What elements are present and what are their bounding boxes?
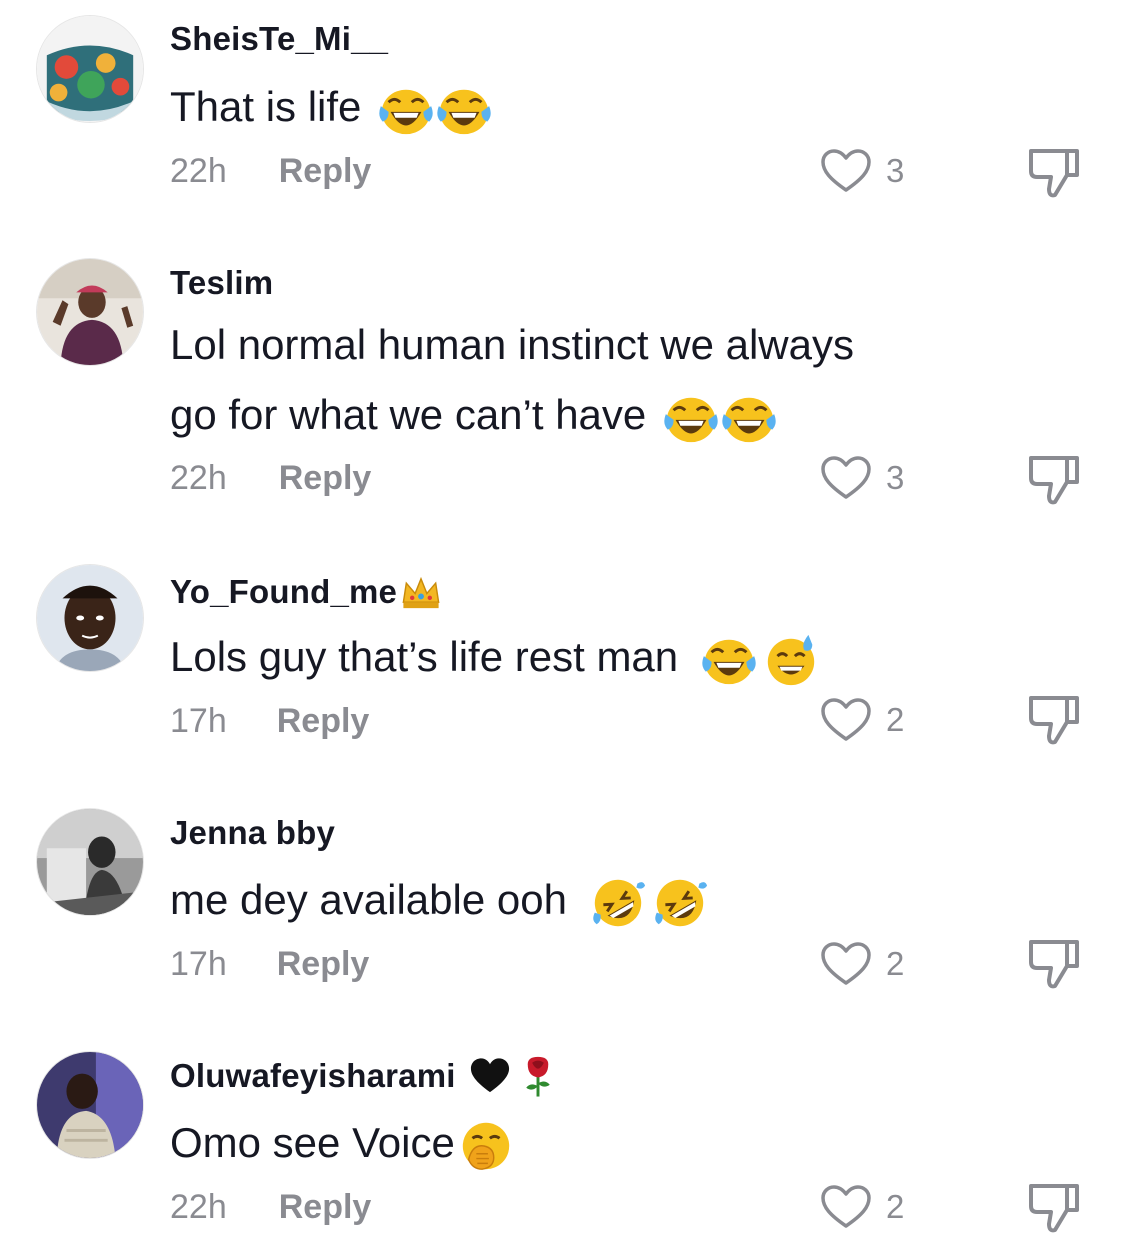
comment-time: 17h bbox=[170, 945, 227, 983]
like-count: 3 bbox=[886, 459, 905, 496]
rolling-laughing-icon bbox=[589, 874, 647, 932]
avatar[interactable] bbox=[36, 258, 144, 366]
comment-text: Lol normal human instinct we always go f… bbox=[170, 310, 960, 450]
avatar[interactable] bbox=[36, 15, 144, 123]
thumbs-down-icon[interactable] bbox=[1027, 692, 1081, 748]
avatar[interactable] bbox=[36, 1051, 144, 1159]
comment-time: 17h bbox=[170, 702, 227, 740]
reply-button[interactable]: Reply bbox=[277, 702, 370, 741]
comment-username[interactable]: Jenna bby bbox=[170, 814, 335, 852]
comment-text: That is life bbox=[170, 72, 960, 142]
like-button[interactable]: 2 bbox=[820, 941, 904, 987]
thumbs-down-icon[interactable] bbox=[1027, 936, 1081, 992]
heart-outline-icon bbox=[820, 148, 872, 194]
thumbs-down-icon[interactable] bbox=[1027, 1180, 1081, 1236]
like-count: 2 bbox=[886, 1188, 905, 1225]
tears-of-joy-icon bbox=[435, 81, 493, 139]
comment-text: Lols guy that’s life rest man bbox=[170, 622, 960, 692]
comment-meta: 17h Reply bbox=[170, 945, 369, 984]
like-count: 2 bbox=[886, 945, 905, 982]
comment-username[interactable]: SheisTe_Mi__ bbox=[170, 20, 388, 58]
comment-username[interactable]: Oluwafeyisharami bbox=[170, 1054, 560, 1098]
comment-time: 22h bbox=[170, 459, 227, 497]
like-button[interactable]: 2 bbox=[820, 1184, 904, 1230]
thumbs-down-icon[interactable] bbox=[1027, 452, 1081, 508]
tears-of-joy-icon bbox=[700, 631, 758, 689]
tears-of-joy-icon bbox=[377, 81, 435, 139]
comment-text: me dey available ooh bbox=[170, 865, 960, 935]
grinning-sweat-icon bbox=[762, 631, 820, 689]
crown-icon bbox=[399, 570, 443, 614]
tears-of-joy-icon bbox=[662, 389, 720, 447]
reply-button[interactable]: Reply bbox=[279, 459, 372, 498]
hand-over-mouth-icon bbox=[457, 1117, 515, 1175]
reply-button[interactable]: Reply bbox=[279, 152, 372, 191]
reply-button[interactable]: Reply bbox=[279, 1188, 372, 1227]
black-heart-icon bbox=[468, 1054, 512, 1098]
reply-button[interactable]: Reply bbox=[277, 945, 370, 984]
heart-outline-icon bbox=[820, 697, 872, 743]
thumbs-down-icon[interactable] bbox=[1027, 145, 1081, 201]
comment-username[interactable]: Yo_Found_me bbox=[170, 570, 443, 614]
like-count: 3 bbox=[886, 152, 905, 189]
comment-time: 22h bbox=[170, 152, 227, 190]
comment-text-line: go for what we can’t have bbox=[170, 380, 960, 450]
comment-text: Omo see Voice bbox=[170, 1108, 960, 1178]
like-button[interactable]: 3 bbox=[820, 148, 904, 194]
like-button[interactable]: 2 bbox=[820, 697, 904, 743]
comment-meta: 22h Reply bbox=[170, 459, 371, 498]
comment-meta: 22h Reply bbox=[170, 152, 371, 191]
avatar[interactable] bbox=[36, 564, 144, 672]
heart-outline-icon bbox=[820, 941, 872, 987]
heart-outline-icon bbox=[820, 1184, 872, 1230]
comment-meta: 22h Reply bbox=[170, 1188, 371, 1227]
tears-of-joy-icon bbox=[720, 389, 778, 447]
like-count: 2 bbox=[886, 701, 905, 738]
comment-username[interactable]: Teslim bbox=[170, 264, 273, 302]
rolling-laughing-icon bbox=[651, 874, 709, 932]
avatar[interactable] bbox=[36, 808, 144, 916]
comment-time: 22h bbox=[170, 1188, 227, 1226]
heart-outline-icon bbox=[820, 455, 872, 501]
comment-text-line: Lol normal human instinct we always bbox=[170, 321, 854, 368]
like-button[interactable]: 3 bbox=[820, 455, 904, 501]
rose-icon bbox=[516, 1054, 560, 1098]
comment-meta: 17h Reply bbox=[170, 702, 369, 741]
